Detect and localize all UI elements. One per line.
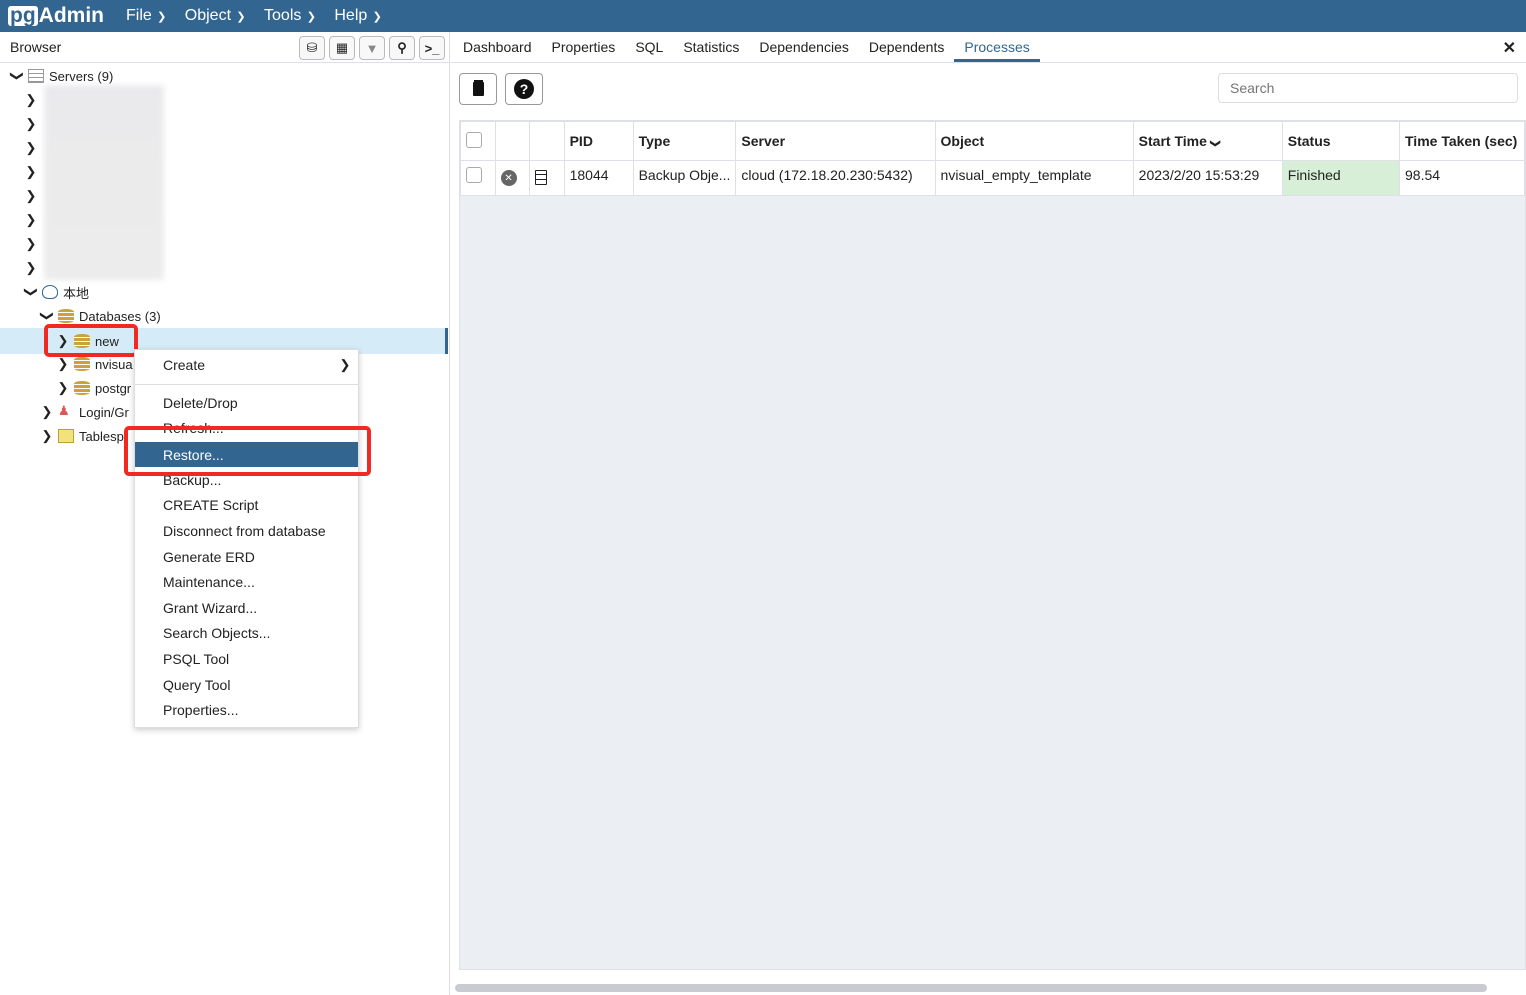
- menu-item-grant-wizard[interactable]: Grant Wizard...: [135, 595, 358, 620]
- close-icon[interactable]: ✕: [1503, 38, 1516, 58]
- cell-type: Backup Obje...: [632, 160, 737, 196]
- menu-item-delete-drop[interactable]: Delete/Drop: [135, 390, 358, 415]
- menu-item-maintenance[interactable]: Maintenance...: [135, 569, 358, 594]
- browser-title: Browser: [10, 39, 62, 55]
- tab-dashboard[interactable]: Dashboard: [453, 39, 542, 62]
- tree-login-roles[interactable]: ❯ ♟ Login/Gr: [40, 400, 129, 424]
- menu-item-disconnect[interactable]: Disconnect from database: [135, 518, 358, 543]
- search-input[interactable]: [1218, 73, 1518, 103]
- menu-item-create-script[interactable]: CREATE Script: [135, 492, 358, 517]
- annotation-highlight-restore: [124, 426, 371, 476]
- context-menu: Create ❯ Delete/Drop Refresh... Restore..…: [134, 349, 359, 728]
- top-menubar: pg Admin File ❯ Object ❯ Tools ❯ Help ❯: [0, 0, 1526, 32]
- menu-help[interactable]: Help ❯: [334, 7, 384, 25]
- view-log-icon[interactable]: [535, 170, 548, 185]
- help-button[interactable]: ?: [505, 73, 543, 105]
- tree-server[interactable]: ❯: [24, 184, 38, 208]
- tree-server[interactable]: ❯: [24, 256, 38, 280]
- tab-statistics[interactable]: Statistics: [673, 39, 749, 62]
- menu-divider: [135, 384, 358, 385]
- filter-rows-button[interactable]: ▼: [359, 36, 385, 60]
- sort-desc-icon: ❯: [1209, 139, 1221, 148]
- folder-icon: [58, 429, 74, 443]
- tab-sql[interactable]: SQL: [625, 39, 673, 62]
- servers-icon: [28, 69, 44, 83]
- tree-server[interactable]: ❯: [24, 136, 38, 160]
- tab-dependents[interactable]: Dependents: [859, 39, 955, 62]
- filter-icon: ▼: [365, 40, 379, 56]
- tree-server[interactable]: ❯: [24, 88, 38, 112]
- menu-item-properties[interactable]: Properties...: [135, 697, 358, 722]
- tree-server[interactable]: ❯: [24, 112, 38, 136]
- processes-grid: PID Type Server Object Start Time ❯ Stat…: [459, 120, 1526, 970]
- database-icon: [74, 357, 90, 371]
- delete-process-button[interactable]: [459, 73, 497, 105]
- col-time-taken[interactable]: Time Taken (sec): [1399, 121, 1525, 161]
- status-badge: Finished: [1281, 160, 1401, 196]
- col-type[interactable]: Type: [632, 121, 737, 161]
- tab-dependencies[interactable]: Dependencies: [749, 39, 859, 62]
- cell-server: cloud (172.18.20.230:5432): [735, 160, 936, 196]
- tab-processes[interactable]: Processes: [954, 39, 1040, 62]
- col-pid[interactable]: PID: [563, 121, 634, 161]
- horizontal-scrollbar[interactable]: [455, 984, 1487, 992]
- tree-server[interactable]: ❯: [24, 208, 38, 232]
- menu-item-generate-erd[interactable]: Generate ERD: [135, 544, 358, 569]
- select-all-checkbox[interactable]: [466, 131, 482, 148]
- trash-icon: [472, 82, 484, 96]
- database-icon: ⛁: [306, 40, 318, 55]
- cell-start-time: 2023/2/20 15:53:29: [1132, 160, 1283, 196]
- search-objects-button[interactable]: ⚲: [389, 36, 415, 60]
- col-server[interactable]: Server: [735, 121, 936, 161]
- row-checkbox[interactable]: [466, 167, 482, 183]
- main-panel: Dashboard Properties SQL Statistics Depe…: [451, 32, 1526, 995]
- tree-tablespaces[interactable]: ❯ Tablesp: [40, 424, 124, 448]
- menu-item-search-objects[interactable]: Search Objects...: [135, 620, 358, 645]
- select-all-checkbox-cell[interactable]: [460, 121, 496, 161]
- tree-db-postgres[interactable]: ❯ postgr: [56, 376, 132, 400]
- tab-properties[interactable]: Properties: [542, 39, 626, 62]
- menu-item-create[interactable]: Create ❯: [135, 352, 358, 377]
- view-data-button[interactable]: ▦: [329, 36, 355, 60]
- search-icon: ⚲: [397, 40, 407, 55]
- cell-pid: 18044: [563, 160, 634, 196]
- pgadmin-logo: pg Admin: [8, 4, 104, 27]
- tree-server[interactable]: ❯: [24, 232, 38, 256]
- col-start-time[interactable]: Start Time ❯: [1132, 121, 1283, 161]
- menu-object[interactable]: Object ❯: [185, 7, 248, 25]
- redacted-servers: [44, 85, 164, 280]
- table-icon: ▦: [335, 40, 349, 55]
- tree-servers[interactable]: ❯ Servers (9): [10, 64, 113, 88]
- tree-server[interactable]: ❯: [24, 160, 38, 184]
- users-icon: ♟: [58, 403, 70, 418]
- psql-tool-button[interactable]: >_: [419, 36, 445, 60]
- databases-icon: [58, 309, 74, 323]
- annotation-highlight-new: [44, 324, 138, 357]
- query-tool-button[interactable]: ⛁: [299, 36, 325, 60]
- stop-process-icon[interactable]: ✕: [500, 170, 517, 186]
- cell-object: nvisual_empty_template: [934, 160, 1134, 196]
- menu-item-query-tool[interactable]: Query Tool: [135, 672, 358, 697]
- database-icon: [74, 381, 90, 395]
- col-status[interactable]: Status: [1281, 121, 1401, 161]
- terminal-icon: >_: [424, 40, 440, 56]
- menu-tools[interactable]: Tools ❯: [264, 7, 318, 25]
- col-object[interactable]: Object: [934, 121, 1134, 161]
- help-icon: ?: [514, 79, 534, 99]
- menu-file[interactable]: File ❯: [126, 7, 169, 25]
- table-row[interactable]: ✕ 18044 Backup Obje... cloud (172.18.20.…: [460, 160, 1525, 196]
- cell-time-taken: 98.54: [1399, 160, 1525, 196]
- postgres-elephant-icon: [42, 285, 58, 299]
- menu-item-psql-tool[interactable]: PSQL Tool: [135, 646, 358, 671]
- tree-server-local[interactable]: ❯ 本地: [24, 280, 89, 304]
